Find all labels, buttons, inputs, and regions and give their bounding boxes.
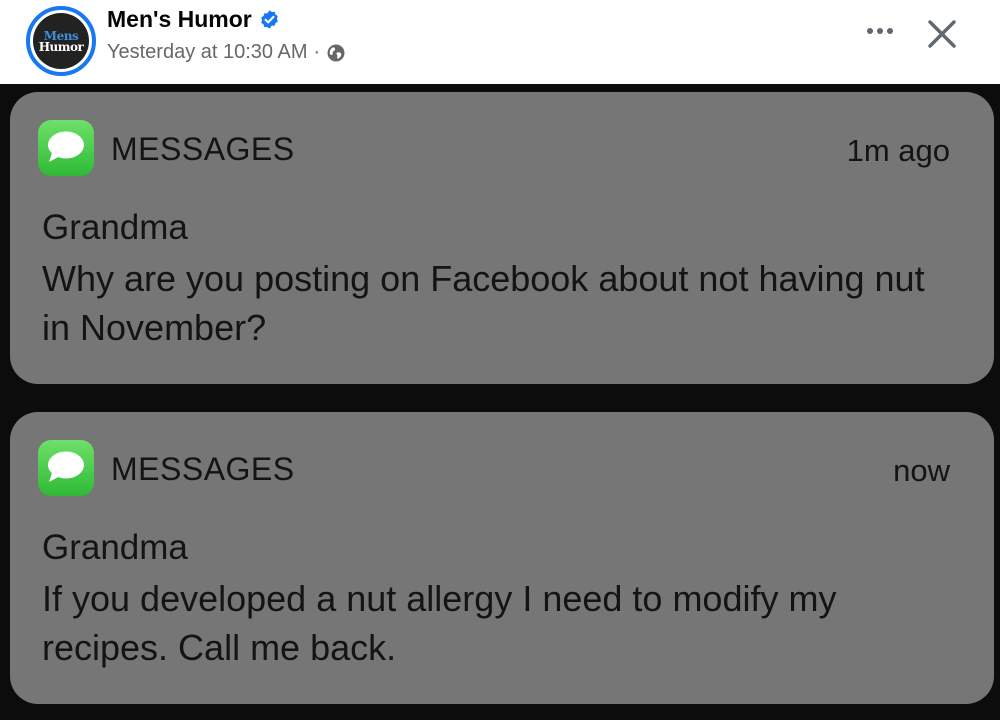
notification-app-name: MESSAGES	[111, 451, 295, 487]
more-options-button[interactable]	[860, 16, 900, 46]
author-row: Men's Humor	[107, 6, 280, 33]
notification-app-name: MESSAGES	[111, 131, 295, 167]
more-options-icon	[867, 28, 893, 34]
notification-card: MESSAGES now Grandma If you developed a …	[10, 412, 994, 704]
globe-icon[interactable]	[326, 43, 346, 63]
post-image[interactable]: MESSAGES 1m ago Grandma Why are you post…	[0, 84, 1000, 720]
close-button[interactable]	[920, 12, 964, 56]
notification-time: 1m ago	[846, 133, 950, 168]
post-timestamp-link[interactable]: Yesterday at 10:30 AM	[107, 41, 308, 64]
post-meta: Yesterday at 10:30 AM ·	[107, 41, 346, 64]
notification-time: now	[893, 453, 950, 488]
messages-app-icon	[38, 120, 94, 176]
messages-app-icon	[38, 440, 94, 496]
notification-card: MESSAGES 1m ago Grandma Why are you post…	[10, 92, 994, 384]
avatar-logo-text-bottom: Humor	[38, 39, 84, 54]
notification-message: Why are you posting on Facebook about no…	[42, 258, 925, 348]
page-name-link[interactable]: Men's Humor	[107, 6, 252, 33]
notification-sender: Grandma	[42, 208, 188, 247]
notification-message: If you developed a nut allergy I need to…	[42, 578, 837, 668]
page-avatar[interactable]: Mens Humor	[26, 6, 96, 76]
notification-sender: Grandma	[42, 528, 188, 567]
verified-badge-icon	[260, 10, 278, 29]
avatar-logo: Mens Humor	[33, 13, 89, 69]
close-icon	[928, 20, 956, 48]
post-header: Mens Humor Men's Humor Yesterday at 10:3…	[0, 0, 1000, 84]
meta-separator: ·	[313, 41, 321, 63]
